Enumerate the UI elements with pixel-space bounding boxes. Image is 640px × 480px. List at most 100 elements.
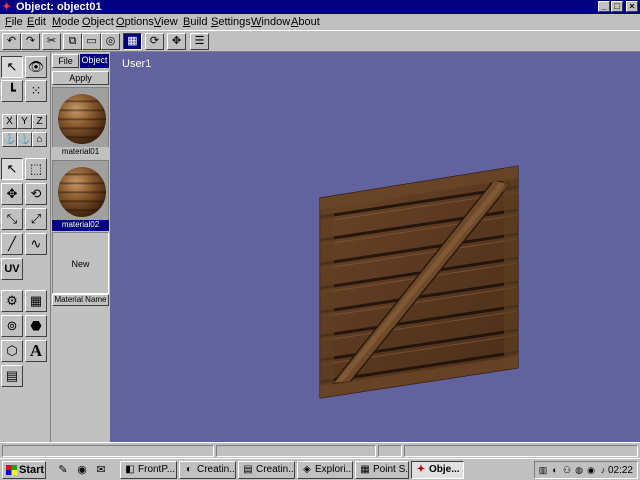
- menu-build[interactable]: Build: [183, 16, 207, 28]
- polygon-icon[interactable]: ⬡: [1, 340, 23, 362]
- status-pane-1: [2, 445, 214, 457]
- uv-button[interactable]: UV: [1, 258, 23, 280]
- home-icon[interactable]: ⌂: [32, 132, 47, 147]
- menu-settings[interactable]: Settings: [211, 16, 251, 28]
- undo-icon[interactable]: ↶: [2, 33, 21, 50]
- tray-status-icon[interactable]: ◉: [585, 464, 597, 476]
- menu-edit[interactable]: Edit: [27, 16, 46, 28]
- menu-about[interactable]: About: [291, 16, 320, 28]
- material-name-2[interactable]: material02: [52, 220, 109, 231]
- render-icon[interactable]: ◎: [101, 33, 120, 50]
- viewport[interactable]: User1: [110, 52, 640, 442]
- paste-icon[interactable]: ▭: [82, 33, 101, 50]
- cut-icon[interactable]: ✂: [42, 33, 61, 50]
- grid-icon[interactable]: ▦: [123, 33, 142, 50]
- anchor-icon[interactable]: ⚓: [17, 132, 32, 147]
- copy-icon[interactable]: ⧉: [63, 33, 82, 50]
- text-tool-icon[interactable]: A: [25, 340, 47, 362]
- material-thumbnail-1[interactable]: [52, 87, 109, 151]
- line-icon[interactable]: ╱: [1, 233, 23, 255]
- geosphere-icon[interactable]: ⬣: [25, 315, 47, 337]
- axis-x-button[interactable]: X: [2, 114, 17, 129]
- new-material-button[interactable]: New: [52, 232, 109, 294]
- close-button[interactable]: ×: [626, 1, 638, 12]
- material-name-1[interactable]: material01: [52, 147, 109, 158]
- tab-file[interactable]: File: [52, 54, 79, 68]
- menu-view[interactable]: View: [154, 16, 178, 28]
- task-creating-1[interactable]: ◐ Creatin...: [179, 461, 236, 479]
- menu-bar: File Edit Mode Object Options View Build…: [0, 14, 640, 30]
- task-point-studio[interactable]: ▦ Point S...: [355, 461, 409, 479]
- pivot-icon[interactable]: ⚓: [2, 132, 17, 147]
- app-icon[interactable]: ✦: [2, 1, 14, 13]
- minimize-button[interactable]: _: [598, 1, 610, 12]
- rotate-view-icon[interactable]: ⟳: [145, 33, 164, 50]
- taskbar: Start ✎ ◉ ✉ ◧ FrontP... ◐ Creatin... ▤ C…: [0, 458, 640, 480]
- quick-launch-mail-icon[interactable]: ✉: [93, 463, 109, 477]
- menu-options[interactable]: Options: [116, 16, 154, 28]
- tray-globe-icon[interactable]: ◍: [573, 464, 585, 476]
- list-icon[interactable]: ☰: [190, 33, 209, 50]
- status-bar: [0, 442, 640, 458]
- status-pane-3: [378, 445, 402, 457]
- task-object[interactable]: ✦ Obje...: [411, 461, 464, 479]
- grid-primitive-icon[interactable]: ▦: [25, 290, 47, 312]
- quick-launch-browser-icon[interactable]: ◉: [74, 463, 90, 477]
- pointer-icon[interactable]: ↖: [1, 158, 23, 180]
- task-exploring[interactable]: ◈ Explori...: [297, 461, 353, 479]
- clock[interactable]: 02:22: [608, 464, 633, 477]
- menu-mode[interactable]: Mode: [52, 16, 80, 28]
- task-label: Obje...: [429, 464, 460, 475]
- task-label: Point S...: [373, 464, 409, 475]
- marquee-select-icon[interactable]: ⬚: [25, 158, 47, 180]
- task-creating-2[interactable]: ▤ Creatin...: [238, 461, 295, 479]
- torus-icon[interactable]: ⊚: [1, 315, 23, 337]
- title-bar: ✦ Object: object01 _ □ ×: [0, 0, 640, 14]
- tab-object[interactable]: Object: [80, 54, 109, 68]
- apply-button[interactable]: Apply: [52, 71, 109, 85]
- select-arrow-icon[interactable]: ↖: [1, 56, 23, 78]
- material-thumbnail-2[interactable]: [52, 160, 109, 224]
- tray-users-icon[interactable]: ⚇: [561, 464, 573, 476]
- eye-icon[interactable]: 👁: [25, 56, 47, 78]
- move-icon[interactable]: ✥: [1, 183, 23, 205]
- axis-icon[interactable]: ┗: [1, 80, 23, 102]
- move-view-icon[interactable]: ✥: [167, 33, 186, 50]
- sphere-primitive-icon[interactable]: ⚙: [1, 290, 23, 312]
- material-sphere-preview: [58, 94, 106, 144]
- task-label: Creatin...: [197, 464, 236, 475]
- tray-network-icon[interactable]: ▥: [537, 464, 549, 476]
- start-label: Start: [19, 464, 45, 476]
- tray-display-icon[interactable]: ◐: [549, 464, 561, 476]
- start-button[interactable]: Start: [2, 461, 46, 479]
- rotate-icon[interactable]: ⟲: [25, 183, 47, 205]
- task-label: Creatin...: [256, 464, 295, 475]
- axis-z-button[interactable]: Z: [32, 114, 47, 129]
- explorer-icon: ◈: [303, 464, 311, 475]
- window-title: Object: object01: [16, 1, 102, 13]
- menu-file[interactable]: File: [5, 16, 23, 28]
- material-name-field[interactable]: Material Name: [52, 294, 109, 306]
- app-icon: ✦: [416, 464, 426, 475]
- table-icon[interactable]: ▤: [1, 365, 23, 387]
- menu-window[interactable]: Window: [251, 16, 290, 28]
- scale-icon[interactable]: ⤡: [1, 208, 23, 230]
- document-icon: ▤: [243, 464, 253, 475]
- redo-icon[interactable]: ↷: [21, 33, 40, 50]
- document-icon: ◐: [185, 464, 193, 475]
- material-sphere-preview: [58, 167, 106, 217]
- task-label: FrontP...: [138, 464, 176, 475]
- stretch-icon[interactable]: ⤢: [25, 208, 47, 230]
- task-frontpage[interactable]: ◧ FrontP...: [120, 461, 177, 479]
- curve-icon[interactable]: ∿: [25, 233, 47, 255]
- crate-model[interactable]: [110, 52, 640, 442]
- system-tray: ▥ ◐ ⚇ ◍ ◉ ♪ 02:22: [534, 461, 638, 479]
- quick-launch-edit-icon[interactable]: ✎: [55, 463, 71, 477]
- points-icon[interactable]: ⁙: [25, 80, 47, 102]
- frontpage-icon: ◧: [125, 464, 135, 475]
- paint-icon: ▦: [360, 464, 370, 475]
- menu-object[interactable]: Object: [82, 16, 114, 28]
- axis-y-button[interactable]: Y: [17, 114, 32, 129]
- maximize-button[interactable]: □: [611, 1, 623, 12]
- tool-palette: ↖ 👁 ┗ ⁙ X Y Z ⚓ ⚓ ⌂ ↖ ⬚ ✥ ⟲ ⤡ ⤢ ╱ ∿ UV ⚙…: [0, 52, 50, 442]
